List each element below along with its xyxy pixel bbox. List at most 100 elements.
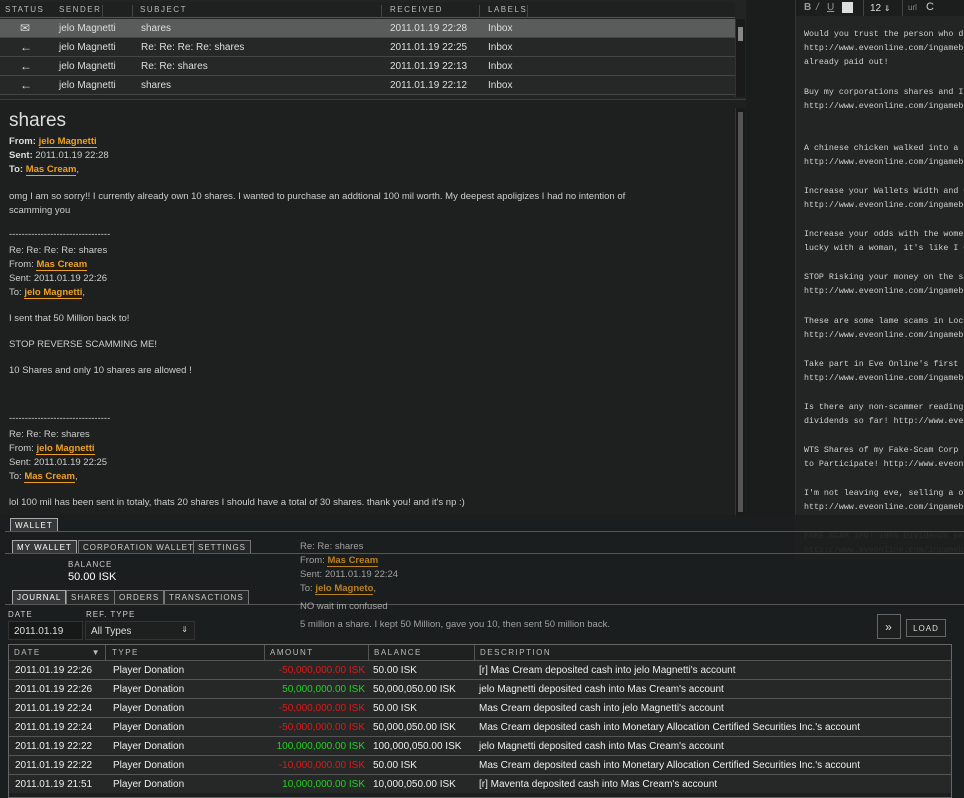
message-scrollbar[interactable] <box>735 108 745 518</box>
tab-journal[interactable]: JOURNAL <box>12 590 67 604</box>
row-balance: 50.00 ISK <box>373 665 417 676</box>
mail-label: Inbox <box>488 23 513 34</box>
sort-desc-icon: ▼ <box>91 648 101 657</box>
quote-subject: Re: Re: Re: shares <box>9 429 90 440</box>
editor-text-line: already paid out! <box>804 58 889 67</box>
bold-button[interactable]: B <box>804 2 811 13</box>
row-description: [r] Maventa deposited cash into Mas Crea… <box>479 779 718 790</box>
reply-arrow-icon: ← <box>20 40 32 54</box>
mail-row[interactable]: ✉ jelo Magnetti shares 2011.01.19 22:28 … <box>0 19 735 38</box>
row-type: Player Donation <box>113 779 185 790</box>
reply-arrow-icon: ← <box>20 78 32 92</box>
col-date[interactable]: DATE ▼ <box>9 645 106 660</box>
body-text: lol 100 mil has been sent in totaly, tha… <box>9 497 465 508</box>
load-button[interactable]: LOAD <box>906 619 946 637</box>
tab-wallet[interactable]: WALLET <box>10 518 58 532</box>
col-balance[interactable]: BALANCE <box>369 645 475 660</box>
tab-my-wallet[interactable]: MY WALLET <box>12 540 77 554</box>
journal-row[interactable]: 2011.01.19 22:24 Player Donation -50,000… <box>9 717 951 736</box>
editor-text-line: STOP Risking your money on the sa <box>804 273 964 282</box>
quote-subject: Re: Re: Re: Re: shares <box>9 245 108 256</box>
editor-text-line: dividends so far! http://www.eveonlin <box>804 417 964 426</box>
mail-list-scrollbar[interactable] <box>735 19 745 97</box>
sent-label: Sent: <box>9 150 33 161</box>
tab-corporation-wallet[interactable]: CORPORATION WALLET <box>78 540 199 554</box>
editor-panel: B / U 12 ⇓ url C Would you trust the per… <box>795 0 964 560</box>
clear-format-button[interactable]: C <box>926 1 934 13</box>
date-input[interactable]: 2011.01.19 <box>8 621 83 640</box>
reftype-value: All Types <box>91 626 132 637</box>
color-swatch-button[interactable] <box>842 2 853 13</box>
col-description[interactable]: DESCRIPTION <box>475 645 951 660</box>
col-subject[interactable]: SUBJECT <box>140 5 382 18</box>
mail-sender: jelo Magnetti <box>59 42 116 53</box>
row-balance: 100,000,050.00 ISK <box>373 741 462 752</box>
row-date: 2011.01.19 22:26 <box>15 665 93 676</box>
tab-orders[interactable]: ORDERS <box>114 590 165 604</box>
mail-subject: Re: Re: Re: Re: shares <box>141 42 245 53</box>
from-link[interactable]: jelo Magnetti <box>38 136 97 148</box>
editor-text-line: Would you trust the person who do <box>804 30 964 39</box>
row-date: 2011.01.19 22:22 <box>15 741 93 752</box>
journal-row[interactable]: 2011.01.19 22:22 Player Donation -10,000… <box>9 755 951 774</box>
row-date: 2011.01.19 22:24 <box>15 703 93 714</box>
reftype-select[interactable]: All Types ⇓ <box>85 621 195 640</box>
font-size-select[interactable]: 12 ⇓ <box>863 0 903 16</box>
quote-sent: Sent: 2011.01.19 22:25 <box>9 457 108 468</box>
mail-subject: shares <box>141 23 172 34</box>
sent-value: 2011.01.19 22:28 <box>35 150 109 161</box>
mail-row[interactable]: ← jelo Magnetti Re: Re: shares 2011.01.1… <box>0 57 735 76</box>
col-labels[interactable]: LABELS <box>488 5 528 18</box>
row-description: Mas Cream deposited cash into Monetary A… <box>479 722 860 733</box>
italic-button[interactable]: / <box>816 2 819 13</box>
mail-row[interactable]: ← jelo Magnetti shares 2011.01.19 22:12 … <box>0 76 735 95</box>
mail-label: Inbox <box>488 80 513 91</box>
underline-button[interactable]: U <box>827 2 834 13</box>
tab-settings[interactable]: SETTINGS <box>193 540 252 554</box>
editor-text-line: http://www.eveonline.com/ingameboar <box>804 102 964 111</box>
col-type[interactable]: TYPE <box>107 645 265 660</box>
row-type: Player Donation <box>113 703 185 714</box>
col-sender[interactable]: SENDER <box>58 5 133 18</box>
mail-sender: jelo Magnetti <box>59 80 116 91</box>
mail-received: 2011.01.19 22:25 <box>390 42 468 53</box>
editor-text-line: Increase your Wallets Width and Gir <box>804 187 964 196</box>
journal-row[interactable]: 2011.01.19 22:22 Player Donation 100,000… <box>9 736 951 755</box>
mail-label: Inbox <box>488 42 513 53</box>
tab-shares[interactable]: SHARES <box>66 590 115 604</box>
quote-sent: Sent: 2011.01.19 22:26 <box>9 273 108 284</box>
chevrons-right-icon: » <box>885 620 893 634</box>
body-text: STOP REVERSE SCAMMING ME! <box>9 339 157 350</box>
row-date: 2011.01.19 22:22 <box>15 760 93 771</box>
reftype-filter-label: REF. TYPE <box>86 610 136 619</box>
tab-transactions[interactable]: TRANSACTIONS <box>164 590 249 604</box>
journal-row[interactable]: 2011.01.19 21:51 Player Donation 10,000,… <box>9 774 951 793</box>
quote-from-link[interactable]: jelo Magnetti <box>36 443 95 455</box>
url-button[interactable]: url <box>908 3 917 12</box>
mail-row[interactable]: ← jelo Magnetti Re: Re: Re: Re: shares 2… <box>0 38 735 57</box>
journal-row[interactable]: 2011.01.19 22:26 Player Donation 50,000,… <box>9 679 951 698</box>
editor-toolbar: B / U 12 ⇓ url C <box>796 0 964 16</box>
col-amount[interactable]: AMOUNT <box>265 645 369 660</box>
row-type: Player Donation <box>113 665 185 676</box>
editor-text-line: to Participate! http://www.eveonline.c <box>804 460 964 469</box>
to-link[interactable]: Mas Cream <box>25 164 77 176</box>
row-description: [r] Mas Cream deposited cash into jelo M… <box>479 665 736 676</box>
separator: -------------------------------- <box>9 229 111 240</box>
body-text: 10 Shares and only 10 shares are allowed… <box>9 365 192 376</box>
mail-received: 2011.01.19 22:28 <box>390 23 468 34</box>
quote-to-link[interactable]: Mas Cream <box>24 471 76 483</box>
row-amount: -50,000,000.00 ISK <box>278 703 365 714</box>
row-type: Player Donation <box>113 741 185 752</box>
mail-sender: jelo Magnetti <box>59 61 116 72</box>
message-title: shares <box>9 110 67 131</box>
journal-row[interactable]: 2011.01.19 22:26 Player Donation -50,000… <box>9 660 951 679</box>
quote-to-link[interactable]: jelo Magnetti <box>24 287 83 299</box>
body-text: I sent that 50 Million back to! <box>9 313 130 324</box>
editor-text-line: Increase your odds with the women <box>804 230 964 239</box>
journal-row[interactable]: 2011.01.19 22:24 Player Donation -50,000… <box>9 698 951 717</box>
expand-button[interactable]: » <box>877 614 901 639</box>
col-received[interactable]: RECEIVED <box>390 5 480 18</box>
quote-from-link[interactable]: Mas Cream <box>36 259 88 271</box>
mail-subject: Re: Re: shares <box>141 61 208 72</box>
